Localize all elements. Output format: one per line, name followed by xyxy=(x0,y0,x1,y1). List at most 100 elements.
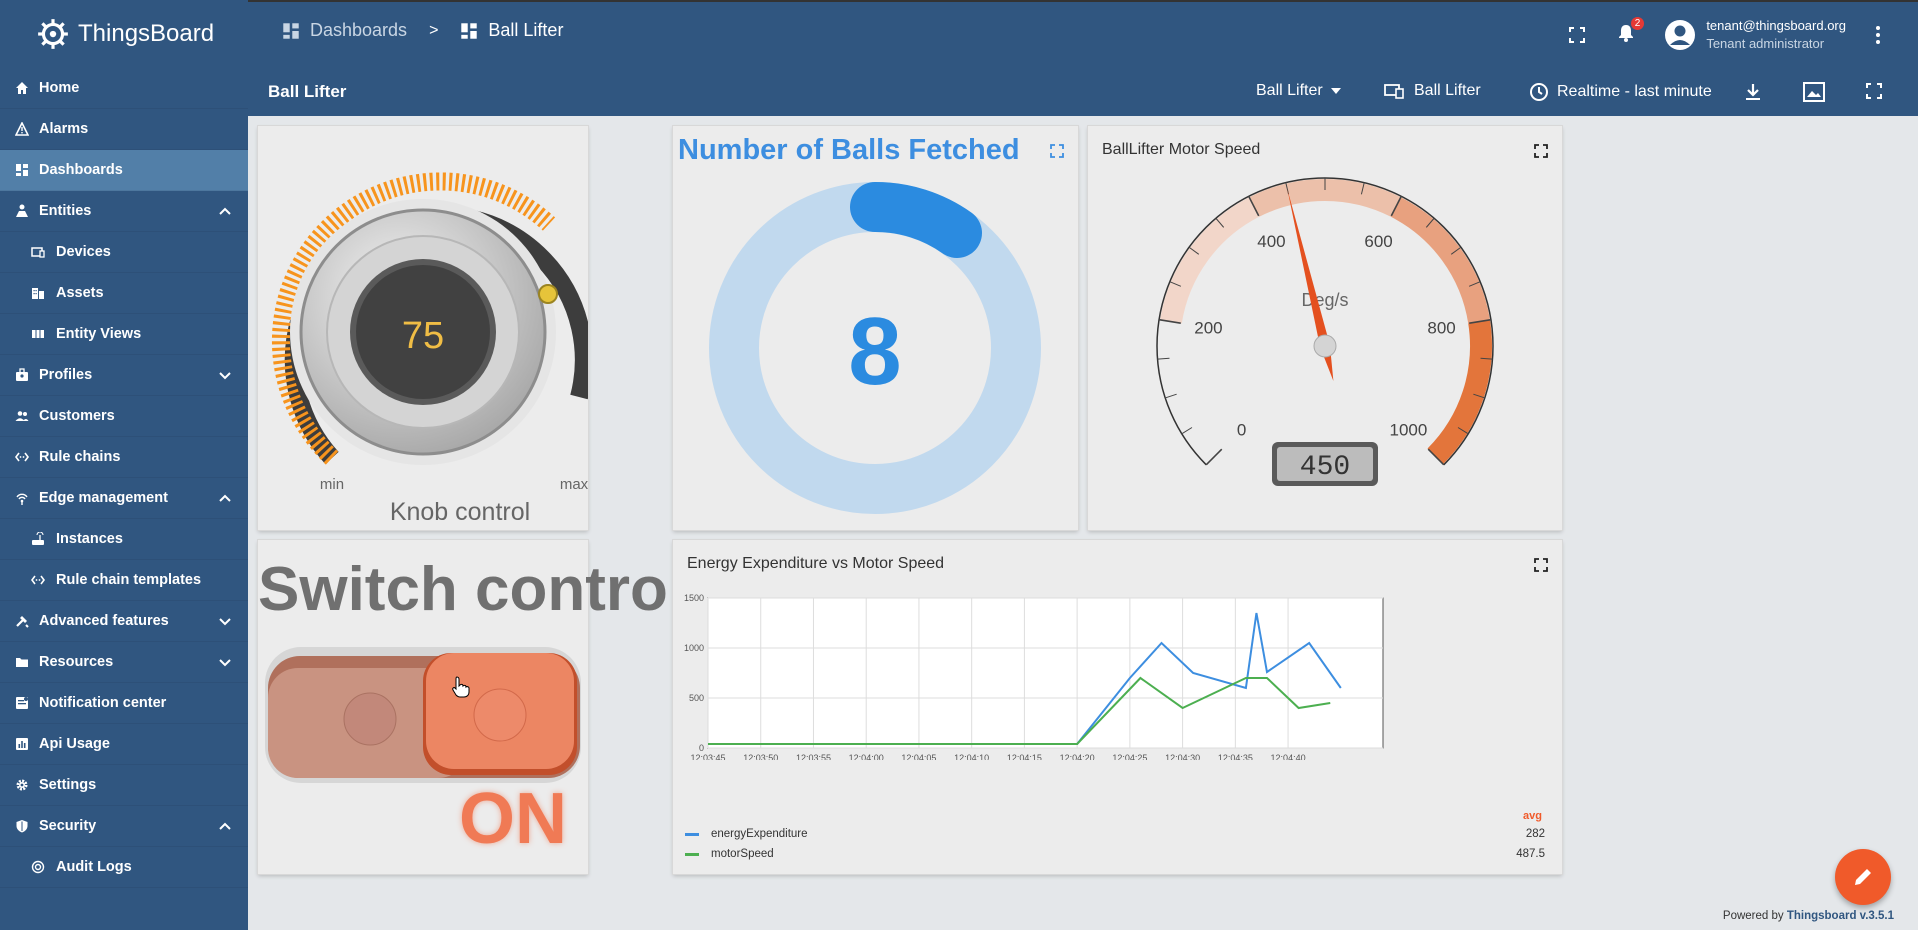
avatar xyxy=(1665,20,1696,50)
fullscreen-icon[interactable] xyxy=(1865,82,1883,100)
entity-views-icon xyxy=(30,326,46,342)
chart-x-tick-label: 12:03:55 xyxy=(796,753,831,760)
powered-by-link[interactable]: Thingsboard v.3.5.1 xyxy=(1787,910,1894,922)
brand-name: ThingsBoard xyxy=(78,20,215,47)
clock-icon xyxy=(1530,83,1548,101)
knob-control[interactable]: 75 min max Knob control xyxy=(258,126,593,530)
gauge-tick-label: 800 xyxy=(1427,319,1455,338)
user-email: tenant@thingsboard.org xyxy=(1706,18,1846,33)
chart-x-tick-label: 12:03:50 xyxy=(743,753,778,760)
sidebar-item-entity-views[interactable]: Entity Views xyxy=(0,314,248,355)
dashboard-icon xyxy=(461,22,478,39)
sidebar-item-label: Profiles xyxy=(39,367,93,383)
legend-series-name: energyExpenditure xyxy=(711,828,808,840)
sidebar-item-label: Instances xyxy=(56,531,123,547)
powered-by: Powered by Thingsboard v.3.5.1 xyxy=(1723,910,1894,922)
legend-row[interactable]: energyExpenditure 282 xyxy=(685,824,1545,844)
sidebar-item-customers[interactable]: Customers xyxy=(0,396,248,437)
chevron-down-icon[interactable] xyxy=(218,655,232,669)
legend-series-avg: 282 xyxy=(1525,828,1545,840)
notifications-button[interactable]: 2 xyxy=(1616,16,1645,48)
fullscreen-icon[interactable] xyxy=(1568,26,1586,44)
sidebar-item-settings[interactable]: Settings xyxy=(0,765,248,806)
chevron-up-icon[interactable] xyxy=(218,204,232,218)
edit-dashboard-button[interactable] xyxy=(1835,849,1891,905)
more-vert-icon[interactable] xyxy=(1866,23,1890,47)
switch-title: Switch control xyxy=(258,555,686,624)
breadcrumb-dashboards[interactable]: Dashboards xyxy=(310,20,407,41)
expand-icon[interactable] xyxy=(1050,144,1064,158)
user-menu[interactable]: tenant@thingsboard.org Tenant administra… xyxy=(1664,17,1846,53)
speed-gauge: 0 200 400 600 800 1000 Deg/s 450 xyxy=(1155,176,1495,516)
sidebar-item-resources[interactable]: Resources xyxy=(0,642,248,683)
chart-y-tick-label: 500 xyxy=(689,693,704,703)
chart-x-tick-label: 12:04:15 xyxy=(1007,753,1042,760)
image-export-icon[interactable] xyxy=(1803,82,1825,102)
sidebar-item-label: Alarms xyxy=(39,121,89,137)
gear-icon xyxy=(14,777,30,793)
gauge-tick-label: 600 xyxy=(1364,232,1392,251)
sidebar-item-label: Api Usage xyxy=(39,736,110,752)
sidebar-item-audit-logs[interactable]: Audit Logs xyxy=(0,847,248,888)
chart-y-tick-label: 1000 xyxy=(684,643,704,653)
expand-icon[interactable] xyxy=(1534,558,1548,572)
legend-series-name: motorSpeed xyxy=(711,848,774,860)
sidebar-item-label: Assets xyxy=(56,285,104,301)
logo[interactable]: ThingsBoard xyxy=(0,0,248,68)
chevron-up-icon[interactable] xyxy=(218,819,232,833)
chart-x-tick-label: 12:04:35 xyxy=(1218,753,1253,760)
sidebar-item-instances[interactable]: Instances xyxy=(0,519,248,560)
timewindow-button[interactable]: Realtime - last minute xyxy=(1529,82,1712,102)
speed-widget: BallLifter Motor Speed 0 200 400 600 800 1000… xyxy=(1088,126,1562,530)
chart-x-tick-label: 12:04:05 xyxy=(901,753,936,760)
switch-toggle[interactable] xyxy=(263,645,583,785)
chevron-down-icon[interactable] xyxy=(218,368,232,382)
chart-x-tick-label: 12:04:00 xyxy=(849,753,884,760)
sidebar-item-api-usage[interactable]: Api Usage xyxy=(0,724,248,765)
chevron-down-icon[interactable] xyxy=(218,614,232,628)
sidebar-item-entities[interactable]: Entities xyxy=(0,191,248,232)
sidebar-item-rule-chain-templates[interactable]: Rule chain templates xyxy=(0,560,248,601)
gauge-units: Deg/s xyxy=(1301,290,1348,310)
thingsboard-logo-icon xyxy=(38,19,68,49)
legend-swatch xyxy=(685,852,699,856)
entity-alias-button[interactable]: Ball Lifter xyxy=(1384,82,1481,100)
api-usage-icon xyxy=(14,736,30,752)
sidebar-item-label: Resources xyxy=(39,654,114,670)
sidebar-item-devices[interactable]: Devices xyxy=(0,232,248,273)
state-select-value: Ball Lifter xyxy=(1256,82,1323,99)
sidebar-item-advanced-features[interactable]: Advanced features xyxy=(0,601,248,642)
edge-icon xyxy=(14,490,30,506)
notification-count-badge: 2 xyxy=(1630,16,1645,30)
switch-state: ON xyxy=(459,779,567,859)
sidebar-item-label: Customers xyxy=(39,408,115,424)
sidebar-item-assets[interactable]: Assets xyxy=(0,273,248,314)
folder-icon xyxy=(14,654,30,670)
legend-series-avg: 487.5 xyxy=(1516,848,1545,860)
knob-value: 75 xyxy=(402,315,444,357)
devices-icon xyxy=(1384,84,1404,99)
state-select[interactable]: Ball Lifter xyxy=(1256,82,1341,100)
sidebar-item-edge-management[interactable]: Edge management xyxy=(0,478,248,519)
sidebar-item-home[interactable]: Home xyxy=(0,68,248,109)
dashboard-toolbar: Ball Lifter Ball Lifter Ball Lifter Real… xyxy=(248,68,1918,116)
legend-avg-header: avg xyxy=(1523,810,1542,822)
expand-icon[interactable] xyxy=(1534,144,1548,158)
legend-row[interactable]: motorSpeed 487.5 xyxy=(685,844,1545,864)
tools-icon xyxy=(14,613,30,629)
sidebar-item-profiles[interactable]: Profiles xyxy=(0,355,248,396)
sidebar-item-alarms[interactable]: Alarms xyxy=(0,109,248,150)
sidebar-item-rule-chains[interactable]: Rule chains xyxy=(0,437,248,478)
sidebar-item-label: Rule chains xyxy=(39,449,121,465)
chevron-up-icon[interactable] xyxy=(218,491,232,505)
switch-widget: Switch control ON xyxy=(258,540,686,874)
hand-cursor-icon xyxy=(452,676,470,698)
chart-x-tick-label: 12:04:10 xyxy=(954,753,989,760)
sidebar-item-notification-center[interactable]: Notification center xyxy=(0,683,248,724)
balls-title: Number of Balls Fetched xyxy=(678,134,1020,166)
gauge-tick-label: 1000 xyxy=(1390,420,1428,439)
sidebar-item-label: Dashboards xyxy=(39,162,123,178)
download-icon[interactable] xyxy=(1744,82,1762,102)
sidebar-item-dashboards[interactable]: Dashboards xyxy=(0,150,248,191)
sidebar-item-security[interactable]: Security xyxy=(0,806,248,847)
